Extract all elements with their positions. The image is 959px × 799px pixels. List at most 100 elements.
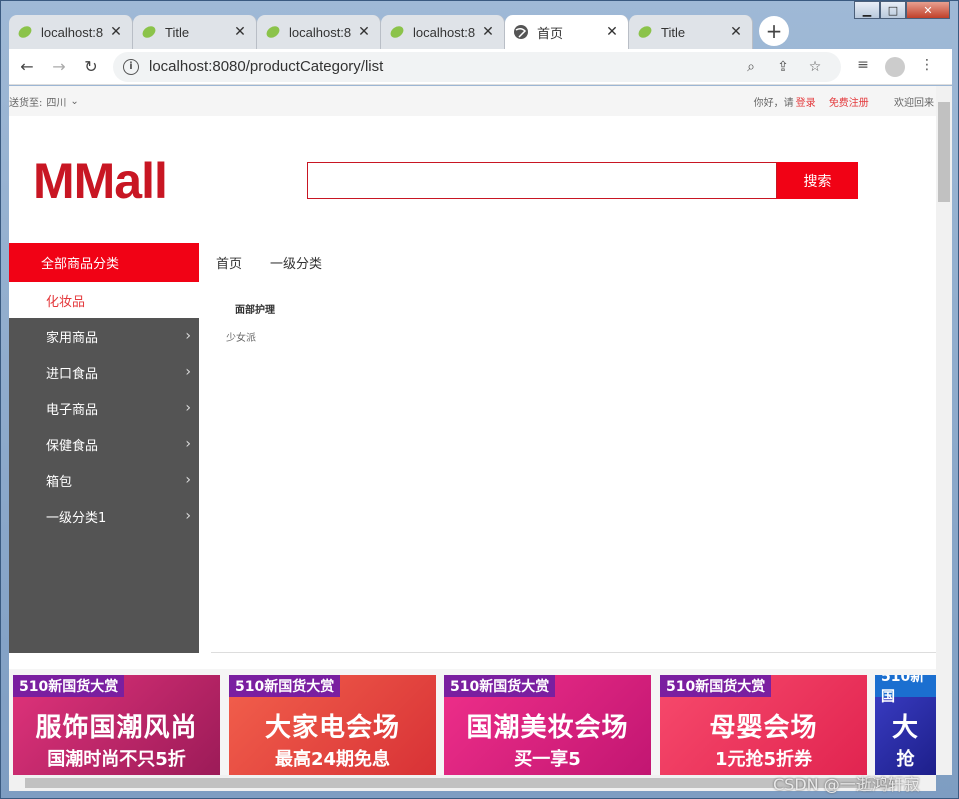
tab-1[interactable]: localhost:8 ✕ bbox=[9, 15, 133, 49]
promo-banner-row: 510新国货大赏 服饰国潮风尚 国潮时尚不只5折 510新国货大赏 大家电会场 … bbox=[9, 669, 936, 775]
tab-3[interactable]: localhost:8 ✕ bbox=[257, 15, 381, 49]
category-label: 保健食品 bbox=[46, 438, 99, 454]
scrollbar-thumb[interactable] bbox=[938, 102, 950, 202]
banner-tag: 510新国货大赏 bbox=[13, 675, 125, 697]
category-label: 箱包 bbox=[46, 474, 73, 490]
promo-banner-1[interactable]: 510新国货大赏 服饰国潮风尚 国潮时尚不只5折 bbox=[13, 675, 220, 775]
tab-title: localhost:8 bbox=[413, 24, 476, 40]
welcome-text: 欢迎回来 bbox=[894, 97, 934, 109]
scrollbar-thumb[interactable] bbox=[25, 778, 895, 788]
browser-toolbar: ← → ↻ i localhost:8080/productCategory/l… bbox=[9, 49, 952, 85]
promo-banner-4[interactable]: 510新国货大赏 母婴会场 1元抢5折券 bbox=[660, 675, 867, 775]
banner-headline: 大家电会场 bbox=[264, 713, 400, 743]
globe-icon bbox=[514, 25, 528, 39]
chevron-right-icon: › bbox=[185, 364, 191, 380]
banner-tag: 510新国货大赏 bbox=[660, 675, 772, 697]
close-tab-icon[interactable]: ✕ bbox=[356, 24, 372, 40]
chevron-right-icon: › bbox=[185, 436, 191, 452]
tab-title: localhost:8 bbox=[289, 24, 352, 40]
breadcrumb-level1[interactable]: 一级分类 bbox=[270, 253, 322, 272]
chevron-right-icon: › bbox=[185, 400, 191, 416]
reading-list-icon[interactable]: ≡ bbox=[847, 57, 879, 77]
share-icon[interactable]: ⇪ bbox=[767, 59, 799, 75]
browser-window: ▁ □ ✕ localhost:8 ✕ Title ✕ localhost:8 … bbox=[0, 0, 959, 799]
close-tab-icon[interactable]: ✕ bbox=[480, 24, 496, 40]
category-label: 化妆品 bbox=[46, 294, 86, 310]
address-bar[interactable]: i localhost:8080/productCategory/list ⌕ … bbox=[113, 51, 841, 82]
close-tab-icon[interactable]: ✕ bbox=[232, 24, 248, 40]
chevron-right-icon: › bbox=[185, 472, 191, 488]
tab-4[interactable]: localhost:8 ✕ bbox=[381, 15, 505, 49]
close-tab-icon[interactable]: ✕ bbox=[108, 24, 124, 40]
breadcrumb-home[interactable]: 首页 bbox=[216, 253, 242, 272]
tab-title: 首页 bbox=[537, 25, 564, 41]
url-text[interactable]: localhost:8080/productCategory/list bbox=[149, 58, 735, 75]
banner-tag: 510新国货大赏 bbox=[444, 675, 556, 697]
spring-leaf-icon bbox=[638, 26, 652, 38]
spring-leaf-icon bbox=[266, 26, 280, 38]
vertical-scrollbar[interactable] bbox=[936, 86, 952, 775]
tab-title: Title bbox=[661, 24, 686, 40]
register-link[interactable]: 免费注册 bbox=[829, 98, 869, 109]
category-item-level1[interactable]: 一级分类1 › bbox=[9, 498, 199, 534]
search-input[interactable] bbox=[307, 162, 777, 199]
category-label: 家用商品 bbox=[46, 330, 99, 346]
banner-subline: 1元抢5折券 bbox=[714, 749, 813, 770]
banner-headline: 母婴会场 bbox=[709, 713, 818, 743]
banner-subline: 最高24期免息 bbox=[274, 749, 391, 770]
subcategory-item[interactable]: 少女派 bbox=[226, 329, 256, 344]
banner-tag: 510新国 bbox=[875, 675, 936, 705]
spring-leaf-icon bbox=[18, 26, 32, 38]
promo-banner-5[interactable]: 510新国 大 抢 bbox=[875, 675, 936, 775]
tab-title: localhost:8 bbox=[41, 24, 104, 40]
watermark-text: CSDN @一逝鸿轩寂 bbox=[773, 775, 920, 794]
banner-subline: 买一享5 bbox=[514, 749, 581, 770]
chevron-right-icon: › bbox=[185, 508, 191, 524]
tab-5-active[interactable]: 首页 ✕ bbox=[505, 15, 629, 49]
site-logo[interactable]: MMall bbox=[33, 152, 168, 210]
tab-6[interactable]: Title ✕ bbox=[629, 15, 753, 49]
breadcrumb: 首页 一级分类 bbox=[216, 253, 350, 272]
promo-banner-3[interactable]: 510新国货大赏 国潮美妆会场 买一享5 bbox=[444, 675, 651, 775]
category-item-electronics[interactable]: 电子商品 › bbox=[9, 390, 199, 426]
forward-arrow-icon[interactable]: → bbox=[45, 53, 73, 81]
profile-avatar-icon[interactable] bbox=[885, 56, 905, 77]
ship-to-location[interactable]: 送货至: 四川 ⌄ bbox=[9, 94, 79, 109]
account-links: 你好，请 登录 免费注册 欢迎回来 bbox=[752, 94, 934, 109]
category-label: 一级分类1 bbox=[46, 510, 107, 526]
banner-tag: 510新国货大赏 bbox=[229, 675, 341, 697]
zoom-icon[interactable]: ⌕ bbox=[735, 59, 767, 75]
reload-icon[interactable]: ↻ bbox=[77, 53, 105, 81]
category-label: 电子商品 bbox=[46, 402, 99, 418]
spring-leaf-icon bbox=[142, 26, 156, 38]
all-categories-header[interactable]: 全部商品分类 bbox=[9, 243, 199, 282]
greeting-text: 你好，请 bbox=[753, 97, 794, 109]
category-item-health-food[interactable]: 保健食品 › bbox=[9, 426, 199, 462]
subcategory-title[interactable]: 面部护理 bbox=[235, 301, 275, 316]
login-link[interactable]: 登录 bbox=[796, 98, 816, 109]
banner-subline: 国潮时尚不只5折 bbox=[47, 749, 186, 770]
banner-headline: 服饰国潮风尚 bbox=[35, 713, 198, 743]
tab-strip: localhost:8 ✕ Title ✕ localhost:8 ✕ loca… bbox=[9, 13, 954, 49]
chevron-right-icon: › bbox=[185, 328, 191, 344]
search-button[interactable]: 搜索 bbox=[777, 162, 858, 199]
promo-banner-2[interactable]: 510新国货大赏 大家电会场 最高24期免息 bbox=[229, 675, 436, 775]
category-item-imported-food[interactable]: 进口食品 › bbox=[9, 354, 199, 390]
close-tab-icon[interactable]: ✕ bbox=[604, 24, 620, 40]
tab-2[interactable]: Title ✕ bbox=[133, 15, 257, 49]
tab-title: Title bbox=[165, 24, 190, 40]
new-tab-button[interactable]: + bbox=[759, 16, 789, 46]
close-tab-icon[interactable]: ✕ bbox=[728, 24, 744, 40]
main-content: 全部商品分类 化妆品 家用商品 › 进口食品 › 电子商品 › 保健食品 › 箱… bbox=[9, 243, 936, 653]
ship-to-label: 送货至: bbox=[9, 97, 43, 109]
bookmark-star-icon[interactable]: ☆ bbox=[799, 59, 831, 75]
site-topbar: 送货至: 四川 ⌄ 你好，请 登录 免费注册 欢迎回来 bbox=[9, 86, 936, 116]
category-label: 进口食品 bbox=[46, 366, 99, 382]
category-item-cosmetics[interactable]: 化妆品 bbox=[9, 282, 199, 318]
banner-headline: 国潮美妆会场 bbox=[466, 713, 629, 743]
menu-kebab-icon[interactable]: ⋮ bbox=[911, 57, 943, 77]
category-item-household[interactable]: 家用商品 › bbox=[9, 318, 199, 354]
back-arrow-icon[interactable]: ← bbox=[13, 53, 41, 81]
site-info-icon[interactable]: i bbox=[123, 58, 139, 75]
category-item-bags[interactable]: 箱包 › bbox=[9, 462, 199, 498]
